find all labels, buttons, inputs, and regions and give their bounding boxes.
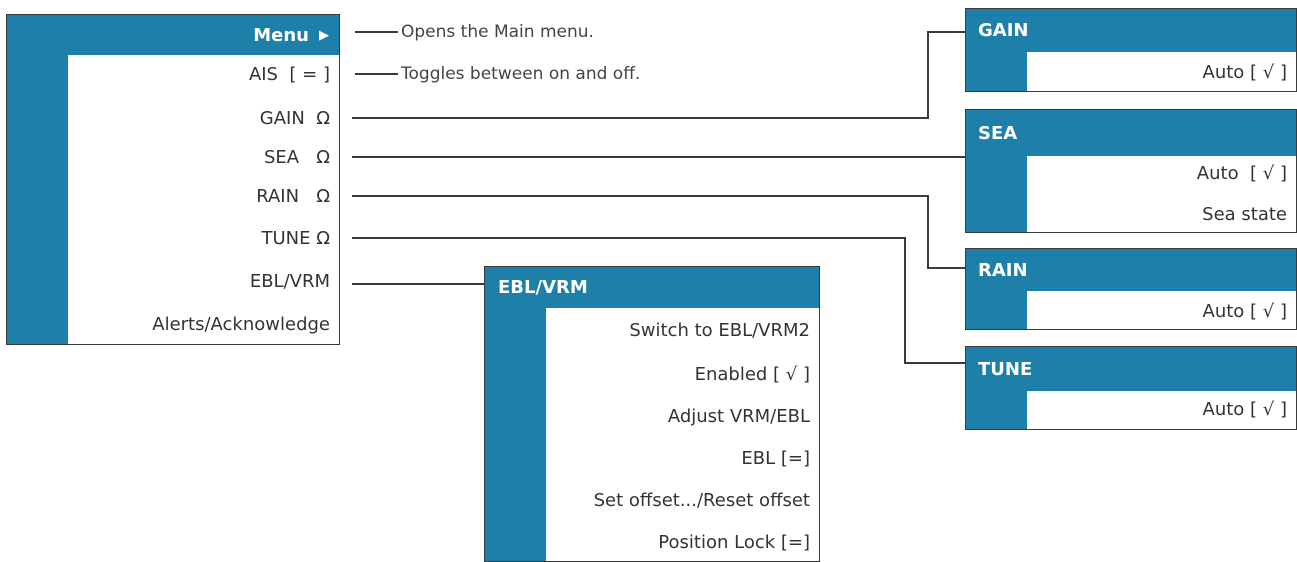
menu-item-gain[interactable]: GAIN Ω xyxy=(260,100,330,138)
main-menu-header[interactable]: Menu ▶ xyxy=(7,15,339,55)
ebl-item-enabled[interactable]: Enabled [ √ ] xyxy=(695,356,810,394)
sea-header: SEA xyxy=(966,110,1296,156)
ebl-item-offset[interactable]: Set offset.../Reset offset xyxy=(594,482,810,520)
ebl-vrm-panel: EBL/VRM Switch to EBL/VRM2 Enabled [ √ ]… xyxy=(484,266,820,562)
ebl-item-ebl[interactable]: EBL [=] xyxy=(741,440,810,478)
ebl-item-position-lock[interactable]: Position Lock [=] xyxy=(658,524,810,561)
gain-panel: GAIN Auto [ √ ] xyxy=(965,8,1297,92)
menu-item-rain[interactable]: RAIN Ω xyxy=(256,178,330,216)
rain-header: RAIN xyxy=(966,249,1296,291)
menu-item-alerts[interactable]: Alerts/Acknowledge xyxy=(152,306,330,344)
sea-item-sea-state[interactable]: Sea state xyxy=(1202,196,1287,232)
gain-header: GAIN xyxy=(966,9,1296,52)
menu-item-ebl-vrm[interactable]: EBL/VRM xyxy=(250,263,330,301)
menu-item-tune[interactable]: TUNE Ω xyxy=(262,220,330,258)
main-menu-panel: Menu ▶ AIS [ = ] GAIN Ω SEA Ω RAIN Ω TUN… xyxy=(6,14,340,345)
callout-ais-text: Toggles between on and off. xyxy=(401,64,641,84)
menu-item-ais[interactable]: AIS [ = ] xyxy=(249,56,330,94)
ebl-item-adjust[interactable]: Adjust VRM/EBL xyxy=(668,398,810,436)
rain-item-auto[interactable]: Auto [ √ ] xyxy=(1203,293,1287,329)
tune-header: TUNE xyxy=(966,347,1296,391)
callout-menu-text: Opens the Main menu. xyxy=(401,22,594,42)
sea-item-auto[interactable]: Auto [ √ ] xyxy=(1197,155,1287,193)
ebl-item-switch[interactable]: Switch to EBL/VRM2 xyxy=(629,312,810,350)
tune-panel: TUNE Auto [ √ ] xyxy=(965,346,1297,430)
tune-item-auto[interactable]: Auto [ √ ] xyxy=(1203,391,1287,429)
gain-item-auto[interactable]: Auto [ √ ] xyxy=(1203,54,1287,91)
connector-rain xyxy=(352,195,965,269)
play-arrow-icon: ▶ xyxy=(319,27,329,43)
sea-panel: SEA Auto [ √ ] Sea state xyxy=(965,109,1297,233)
rain-panel: RAIN Auto [ √ ] xyxy=(965,248,1297,330)
menu-item-sea[interactable]: SEA Ω xyxy=(264,139,330,177)
menu-title: Menu xyxy=(253,24,309,46)
ebl-vrm-header: EBL/VRM xyxy=(485,267,819,308)
